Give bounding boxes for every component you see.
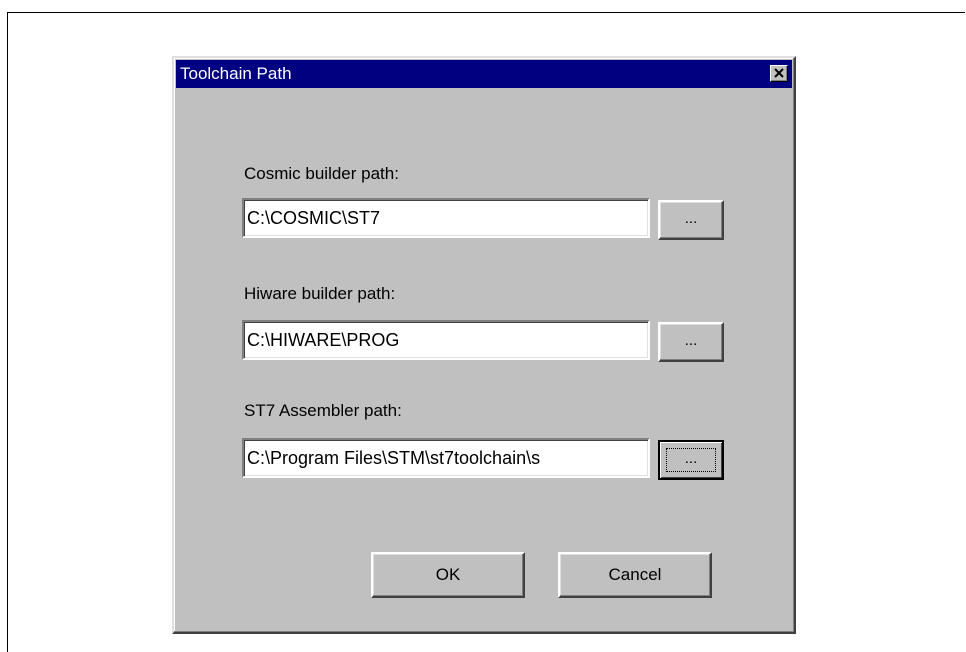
st7-assembler-path-field[interactable] <box>242 438 650 478</box>
cancel-button[interactable]: Cancel <box>558 552 712 598</box>
st7-browse-button[interactable]: ... <box>658 440 724 480</box>
st7-assembler-path-input[interactable] <box>247 440 647 476</box>
toolchain-path-dialog: Toolchain Path Cosmic builder path: ... … <box>172 56 796 634</box>
ok-button[interactable]: OK <box>371 552 525 598</box>
hiware-path-input[interactable] <box>247 322 647 358</box>
dialog-titlebar[interactable]: Toolchain Path <box>176 60 792 88</box>
st7-assembler-path-label: ST7 Assembler path: <box>244 401 402 420</box>
close-icon <box>774 68 784 78</box>
dialog-title: Toolchain Path <box>180 64 292 83</box>
hiware-browse-button[interactable]: ... <box>658 322 724 362</box>
hiware-path-field[interactable] <box>242 320 650 360</box>
close-button[interactable] <box>770 65 788 82</box>
cosmic-browse-button[interactable]: ... <box>658 200 724 240</box>
hiware-path-label: Hiware builder path: <box>244 284 396 303</box>
cosmic-path-label: Cosmic builder path: <box>244 164 399 183</box>
focus-ring <box>666 448 716 472</box>
cosmic-path-input[interactable] <box>247 200 647 236</box>
cosmic-path-field[interactable] <box>242 198 650 238</box>
